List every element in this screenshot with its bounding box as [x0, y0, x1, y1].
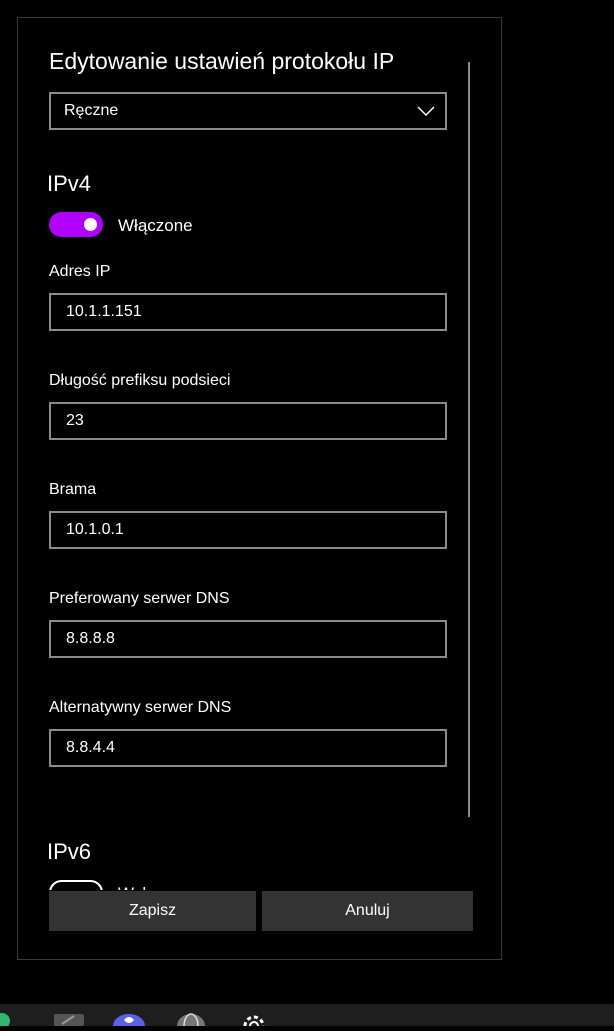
taskbar: [0, 1004, 614, 1026]
chevron-down-icon: [417, 106, 435, 116]
preferred-dns-input[interactable]: 8.8.8.8: [49, 620, 447, 658]
dialog-title: Edytowanie ustawień protokołu IP: [49, 48, 395, 74]
alternate-dns-label: Alternatywny serwer DNS: [49, 699, 232, 716]
cancel-button[interactable]: Anuluj: [262, 891, 473, 931]
preferred-dns-label: Preferowany serwer DNS: [49, 590, 230, 607]
heart-app-icon[interactable]: [113, 1012, 145, 1031]
ipv4-heading: IPv4: [47, 171, 92, 196]
ip-address-input[interactable]: 10.1.1.151: [49, 293, 447, 331]
app-icon[interactable]: [0, 1012, 10, 1031]
ipv4-toggle[interactable]: [49, 212, 103, 237]
settings-gear-icon[interactable]: [240, 1012, 268, 1031]
save-button[interactable]: Zapisz: [49, 891, 256, 931]
gateway-label: Brama: [49, 481, 97, 498]
ip-address-label: Adres IP: [49, 263, 111, 280]
subnet-prefix-input[interactable]: 23: [49, 402, 447, 440]
alternate-dns-input[interactable]: 8.8.4.4: [49, 729, 447, 767]
store-icon[interactable]: [54, 1012, 84, 1031]
scrollbar[interactable]: [468, 62, 470, 817]
ip-settings-dialog: Edytowanie ustawień protokołu IP Ręczne …: [17, 17, 502, 960]
ip-mode-select[interactable]: Ręczne: [49, 92, 447, 130]
toggle-knob: [84, 218, 97, 231]
globe-icon[interactable]: [176, 1012, 206, 1031]
gateway-input[interactable]: 10.1.0.1: [49, 511, 447, 549]
ipv6-heading: IPv6: [47, 839, 92, 864]
ipv4-toggle-label: Włączone: [118, 216, 193, 235]
subnet-prefix-label: Długość prefiksu podsieci: [49, 372, 231, 389]
ip-mode-value: Ręczne: [64, 102, 119, 119]
